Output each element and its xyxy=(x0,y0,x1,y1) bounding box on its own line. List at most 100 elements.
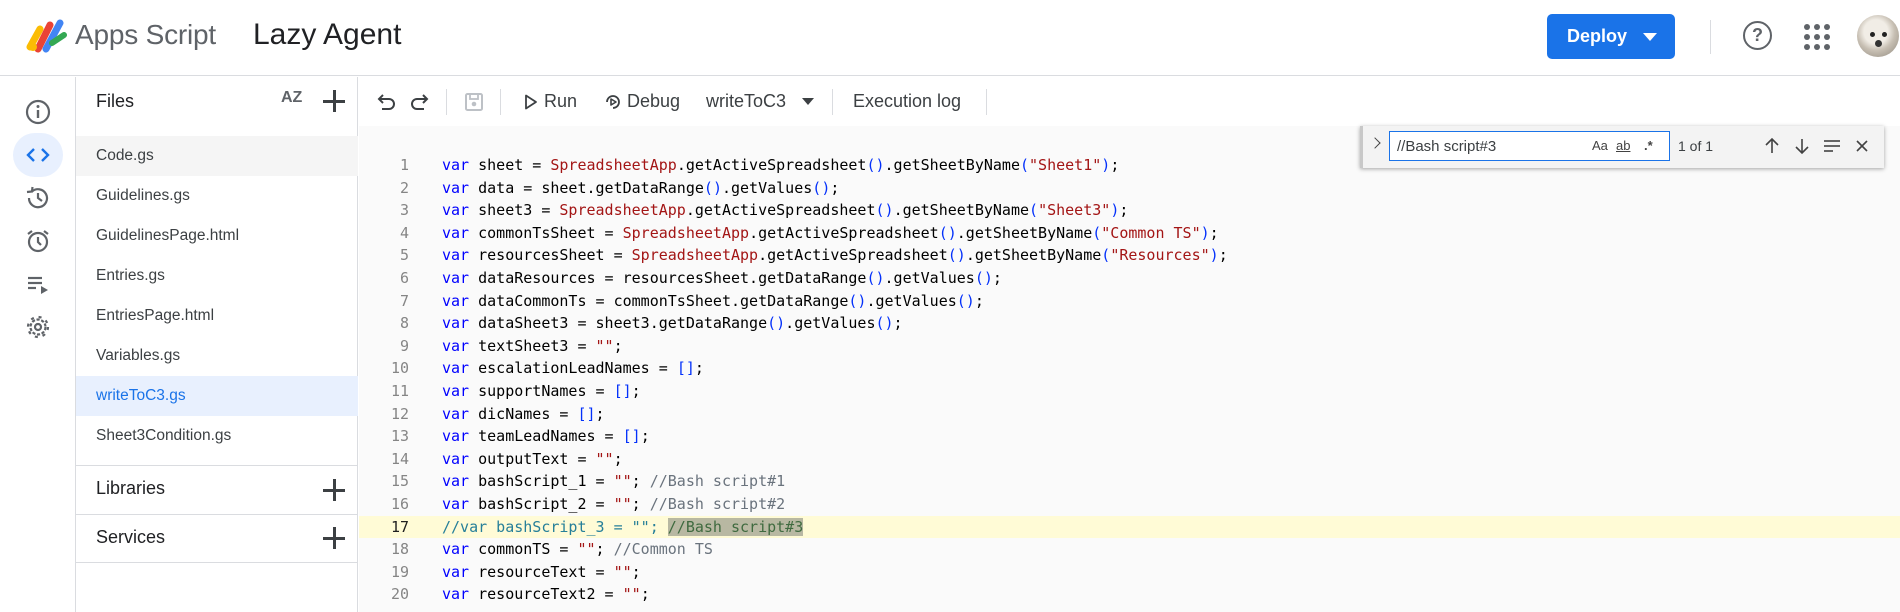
editor-button[interactable] xyxy=(13,133,63,177)
code-line[interactable]: 12 var dicNames = []; xyxy=(359,403,1900,426)
triggers-button[interactable] xyxy=(13,219,63,263)
code-line[interactable]: 15 var bashScript_1 = ""; //Bash script#1 xyxy=(359,470,1900,493)
code-text: var supportNames = []; xyxy=(442,381,641,400)
settings-button[interactable] xyxy=(13,305,63,349)
line-number: 9 xyxy=(399,336,409,355)
line-number: 4 xyxy=(399,223,409,242)
toolbar-divider xyxy=(832,89,833,115)
code-text: var dataSheet3 = sheet3.getDataRange().g… xyxy=(442,314,903,333)
code-line[interactable]: 8 var dataSheet3 = sheet3.getDataRange().… xyxy=(359,312,1900,335)
line-number: 7 xyxy=(399,291,409,310)
avatar[interactable] xyxy=(1857,15,1899,57)
code-text: var sheet3 = SpreadsheetApp.getActiveSpr… xyxy=(442,201,1129,220)
code-area[interactable]: 1 var sheet = SpreadsheetApp.getActiveSpr… xyxy=(359,154,1900,606)
code-line[interactable]: 19 var resourceText = ""; xyxy=(359,561,1900,584)
section-divider xyxy=(76,562,358,563)
code-line[interactable]: 18 var commonTS = ""; //Common TS xyxy=(359,538,1900,561)
save-icon[interactable] xyxy=(461,89,487,115)
code-text: var resourceText = ""; xyxy=(442,562,641,581)
code-editor[interactable]: 1 var sheet = SpreadsheetApp.getActiveSpr… xyxy=(359,126,1900,612)
line-number: 10 xyxy=(390,359,409,378)
file-item-variables-gs[interactable]: Variables.gs xyxy=(76,336,358,376)
file-item-writetoc3-gs[interactable]: writeToC3.gs xyxy=(76,376,358,416)
file-item-entriespage-html[interactable]: EntriesPage.html xyxy=(76,296,358,336)
code-line[interactable]: 16 var bashScript_2 = ""; //Bash script#2 xyxy=(359,493,1900,516)
redo-icon[interactable] xyxy=(407,89,433,115)
file-item-entries-gs[interactable]: Entries.gs xyxy=(76,256,358,296)
code-text: var sheet = SpreadsheetApp.getActiveSpre… xyxy=(442,156,1120,174)
regex-toggle[interactable]: .* xyxy=(1644,138,1653,153)
libraries-title: Libraries xyxy=(96,478,166,498)
line-number: 1 xyxy=(399,156,409,174)
file-item-code-gs[interactable]: Code.gs xyxy=(76,136,358,176)
function-select-value: writeToC3 xyxy=(706,91,787,111)
code-line[interactable]: 17 //var bashScript_3 = ""; //Bash script… xyxy=(359,515,1900,539)
code-text: var bashScript_1 = ""; //Bash script#1 xyxy=(442,472,786,491)
code-line[interactable]: 2 var data = sheet.getDataRange().getValu… xyxy=(359,177,1900,200)
file-item-guidelinespage-html[interactable]: GuidelinesPage.html xyxy=(76,216,358,256)
code-text: var data = sheet.getDataRange().getValue… xyxy=(442,178,840,197)
file-item-sheet3condition-gs[interactable]: Sheet3Condition.gs xyxy=(76,416,358,456)
undo-icon[interactable] xyxy=(373,89,399,115)
execution-log-button[interactable]: Execution log xyxy=(853,91,961,112)
match-case-toggle[interactable]: Aa xyxy=(1592,138,1608,153)
add-service-button[interactable] xyxy=(321,525,347,551)
playlist-play-icon xyxy=(28,276,48,294)
deploy-button[interactable]: Deploy xyxy=(1547,14,1675,59)
close-icon[interactable] xyxy=(1851,135,1873,157)
code-text: var escalationLeadNames = []; xyxy=(442,359,704,378)
line-number: 11 xyxy=(390,381,409,400)
arrow-down-icon[interactable] xyxy=(1791,135,1813,157)
code-line[interactable]: 3 var sheet3 = SpreadsheetApp.getActiveSp… xyxy=(359,199,1900,222)
overview-button[interactable] xyxy=(13,90,63,134)
line-number: 13 xyxy=(390,427,409,446)
executions-button[interactable] xyxy=(13,262,63,306)
add-library-button[interactable] xyxy=(321,477,347,503)
code-text: var dicNames = []; xyxy=(442,404,605,423)
code-line[interactable]: 7 var dataCommonTs = commonTsSheet.getDat… xyxy=(359,290,1900,313)
app-name[interactable]: Apps Script xyxy=(75,19,216,51)
line-number: 14 xyxy=(390,449,409,468)
help-icon[interactable]: ? xyxy=(1743,21,1772,50)
line-number: 17 xyxy=(390,517,409,536)
code-line[interactable]: 6 var dataResources = resourcesSheet.getD… xyxy=(359,267,1900,290)
code-line[interactable]: 14 var outputText = ""; xyxy=(359,448,1900,471)
arrow-up-icon[interactable] xyxy=(1761,135,1783,157)
project-title[interactable]: Lazy Agent xyxy=(253,18,401,52)
code-text: var commonTsSheet = SpreadsheetApp.getAc… xyxy=(442,223,1219,242)
file-list: Code.gs Guidelines.gs GuidelinesPage.htm… xyxy=(76,136,358,456)
code-text: var bashScript_2 = ""; //Bash script#2 xyxy=(442,494,786,513)
chevron-down-icon xyxy=(802,98,814,105)
function-select[interactable]: writeToC3 xyxy=(706,77,821,126)
match-count: 1 of 1 xyxy=(1678,138,1714,154)
code-text: var resourceText2 = ""; xyxy=(442,585,650,604)
gear-icon xyxy=(26,315,50,339)
run-button[interactable]: Run xyxy=(524,77,584,126)
sort-az-icon[interactable]: AZ xyxy=(281,89,302,107)
file-item-guidelines-gs[interactable]: Guidelines.gs xyxy=(76,176,358,216)
info-icon xyxy=(25,99,51,125)
debug-button[interactable]: Debug xyxy=(603,77,688,126)
find-in-selection-icon[interactable] xyxy=(1821,135,1843,157)
code-line[interactable]: 10 var escalationLeadNames = []; xyxy=(359,357,1900,380)
google-apps-icon[interactable] xyxy=(1804,24,1830,50)
code-line[interactable]: 11 var supportNames = []; xyxy=(359,380,1900,403)
editor-toolbar: Run Debug writeToC3 Execution log xyxy=(359,77,1900,126)
toolbar-divider xyxy=(986,89,987,115)
history-button[interactable] xyxy=(13,176,63,220)
chevron-right-icon[interactable] xyxy=(1369,137,1381,149)
left-nav-rail xyxy=(0,77,76,612)
services-title: Services xyxy=(96,527,166,547)
code-line[interactable]: 5 var resourcesSheet = SpreadsheetApp.get… xyxy=(359,244,1900,267)
debug-icon xyxy=(606,95,620,109)
apps-script-logo-icon[interactable] xyxy=(26,17,68,53)
add-file-button[interactable] xyxy=(321,88,347,114)
code-line[interactable]: 20 var resourceText2 = ""; xyxy=(359,583,1900,606)
find-widget: Aa ab .* 1 of 1 xyxy=(1360,126,1884,168)
code-line[interactable]: 9 var textSheet3 = ""; xyxy=(359,335,1900,358)
code-line[interactable]: 4 var commonTsSheet = SpreadsheetApp.getA… xyxy=(359,222,1900,245)
code-text: //var bashScript_3 = ""; //Bash script#3 xyxy=(442,517,804,536)
code-line[interactable]: 13 var teamLeadNames = []; xyxy=(359,425,1900,448)
line-number: 6 xyxy=(399,268,409,287)
whole-word-toggle[interactable]: ab xyxy=(1616,138,1630,153)
